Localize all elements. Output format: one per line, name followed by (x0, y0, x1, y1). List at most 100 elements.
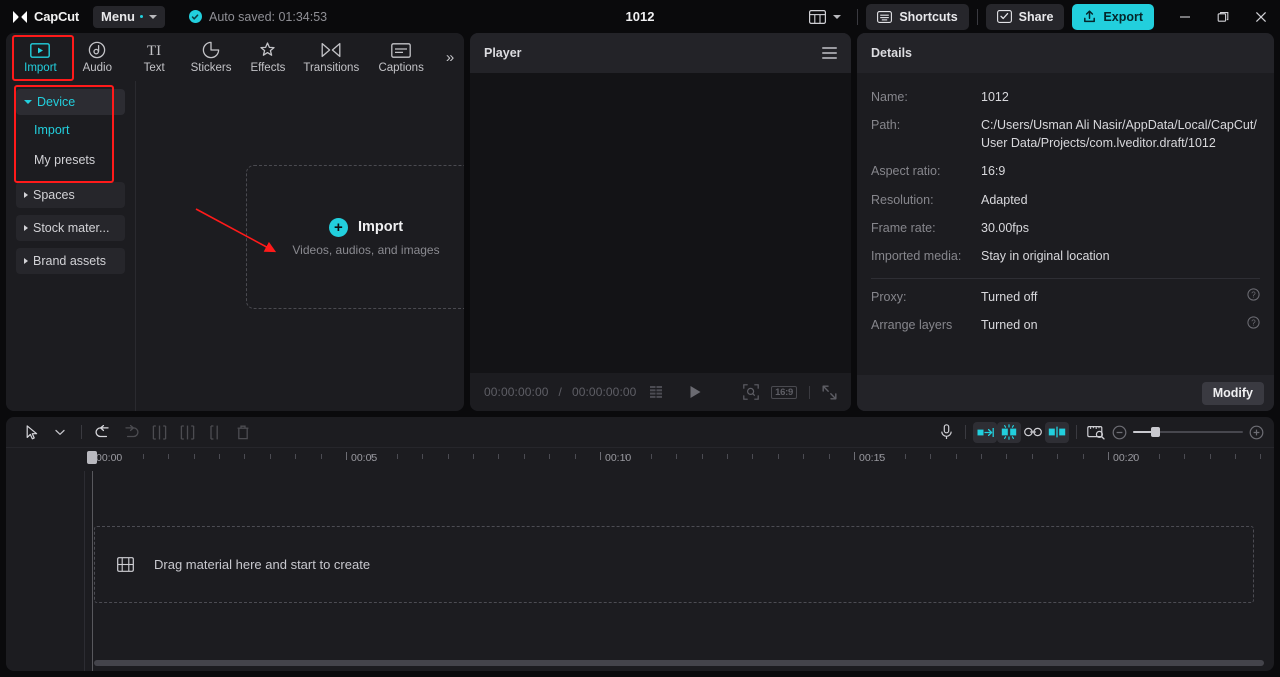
select-tool-button[interactable] (18, 420, 46, 444)
play-button[interactable] (689, 385, 702, 399)
zoom-out-icon[interactable] (1112, 425, 1127, 440)
help-icon[interactable]: ? (1247, 288, 1260, 301)
plus-icon: + (329, 218, 348, 237)
maximize-button[interactable] (1204, 0, 1242, 33)
fullscreen-icon[interactable] (822, 385, 837, 400)
sidebar-item-device-label: Device (37, 95, 75, 109)
ruler-minor-tick (1184, 454, 1185, 459)
share-button[interactable]: Share (986, 4, 1065, 30)
sidebar-item-stock-materials[interactable]: Stock mater... (16, 215, 125, 241)
tool-dropdown-button[interactable] (46, 420, 74, 444)
detail-label: Arrange layers (871, 316, 981, 334)
detail-value: 30.00fps (981, 219, 1260, 237)
detail-row-name: Name: 1012 (871, 83, 1260, 111)
snap-icon[interactable] (1045, 422, 1069, 443)
playhead[interactable] (92, 471, 93, 671)
close-button[interactable] (1242, 0, 1280, 33)
shortcuts-button[interactable]: Shortcuts (866, 4, 968, 30)
playhead-handle[interactable] (87, 451, 97, 464)
detail-row-imported-media: Imported media: Stay in original locatio… (871, 242, 1260, 270)
preview-scale-icon[interactable] (1084, 422, 1108, 443)
timeline-zoom-slider[interactable] (1112, 425, 1264, 440)
tab-audio-label: Audio (83, 62, 112, 74)
tab-text-label: Text (144, 62, 165, 74)
undo-button[interactable] (89, 420, 117, 444)
import-dropzone-subtitle: Videos, audios, and images (292, 243, 439, 257)
hamburger-icon[interactable] (822, 47, 837, 59)
triangle-right-icon (24, 258, 28, 264)
ruler-minor-tick (1006, 454, 1007, 459)
empty-track-dropzone[interactable]: Drag material here and start to create (94, 526, 1254, 603)
quality-icon[interactable] (650, 386, 665, 398)
zoom-fit-icon[interactable] (743, 384, 759, 400)
details-header: Details (857, 33, 1274, 73)
import-dropzone-label: Import (358, 219, 403, 235)
media-library-panel: Import Audio TI (6, 33, 464, 411)
tab-effects-label: Effects (250, 62, 285, 74)
minimize-button[interactable] (1166, 0, 1204, 33)
ruler-minor-tick (194, 454, 195, 459)
audio-icon (88, 40, 106, 60)
ruler-minor-tick (778, 454, 779, 459)
tab-effects[interactable]: Effects (240, 33, 297, 81)
delete-button[interactable] (229, 420, 257, 444)
tab-transitions-label: Transitions (303, 62, 359, 74)
tab-text[interactable]: TI Text (126, 33, 183, 81)
time-separator: / (559, 385, 562, 399)
layout-switch-button[interactable] (801, 5, 849, 29)
timeline-horizontal-scrollbar[interactable] (94, 660, 1264, 666)
sidebar-item-brand-assets[interactable]: Brand assets (16, 248, 125, 274)
sidebar-item-device[interactable]: Device (16, 89, 125, 115)
tab-stickers[interactable]: Stickers (183, 33, 240, 81)
record-voiceover-icon[interactable] (934, 422, 958, 443)
more-tabs-button[interactable]: » (436, 33, 464, 81)
zoom-track[interactable] (1133, 431, 1243, 433)
timeline-toolbar-right (934, 422, 1264, 443)
divider (977, 9, 978, 25)
menu-button[interactable]: Menu (93, 6, 165, 28)
tab-audio[interactable]: Audio (69, 33, 126, 81)
ruler-label: 00:20 (1113, 452, 1139, 464)
divider (857, 9, 858, 25)
tab-captions[interactable]: Captions (366, 33, 436, 81)
ruler-minor-tick (1083, 454, 1084, 459)
sidebar-item-my-presets[interactable]: My presets (16, 145, 125, 175)
svg-text:?: ? (1251, 290, 1256, 299)
detail-label: Proxy: (871, 288, 981, 306)
redo-button[interactable] (117, 420, 145, 444)
sidebar-item-my-presets-label: My presets (34, 153, 95, 167)
modify-button[interactable]: Modify (1202, 382, 1264, 405)
ruler-minor-tick (752, 454, 753, 459)
export-button[interactable]: Export (1072, 4, 1154, 30)
link-icon[interactable] (1021, 422, 1045, 443)
tab-import[interactable]: Import (12, 33, 69, 81)
help-icon[interactable]: ? (1247, 316, 1260, 329)
sidebar-item-spaces[interactable]: Spaces (16, 182, 125, 208)
check-circle-icon (189, 10, 202, 23)
player-canvas[interactable] (470, 73, 851, 373)
tab-stickers-label: Stickers (191, 62, 232, 74)
ruler-minor-tick (702, 454, 703, 459)
detail-row-frame-rate: Frame rate: 30.00fps (871, 214, 1260, 242)
details-content: Name: 1012 Path: C:/Users/Usman Ali Nasi… (857, 73, 1274, 375)
trim-left-button[interactable] (173, 420, 201, 444)
export-label: Export (1103, 10, 1143, 24)
sidebar-item-import[interactable]: Import (16, 115, 125, 145)
split-button[interactable] (145, 420, 173, 444)
divider (1076, 425, 1077, 439)
sidebar-item-spaces-label: Spaces (33, 188, 75, 202)
zoom-thumb[interactable] (1151, 427, 1160, 437)
aspect-ratio-button[interactable]: 16:9 (771, 386, 797, 399)
tab-transitions[interactable]: Transitions (296, 33, 366, 81)
import-dropzone[interactable]: + Import Videos, audios, and images (246, 165, 464, 309)
share-icon (997, 10, 1012, 23)
detail-row-aspect-ratio: Aspect ratio: 16:9 (871, 157, 1260, 185)
player-panel: Player 00:00:00:00 / 00:00:00:00 (470, 33, 851, 411)
timeline-ruler[interactable]: 00:0000:0500:1000:1500:20 (6, 447, 1274, 471)
zoom-in-icon[interactable] (1249, 425, 1264, 440)
ruler-minor-tick (1260, 454, 1261, 459)
mirror-icon[interactable] (973, 422, 997, 443)
freeze-icon[interactable] (997, 422, 1021, 443)
trim-right-button[interactable] (201, 420, 229, 444)
text-icon: TI (142, 40, 166, 60)
